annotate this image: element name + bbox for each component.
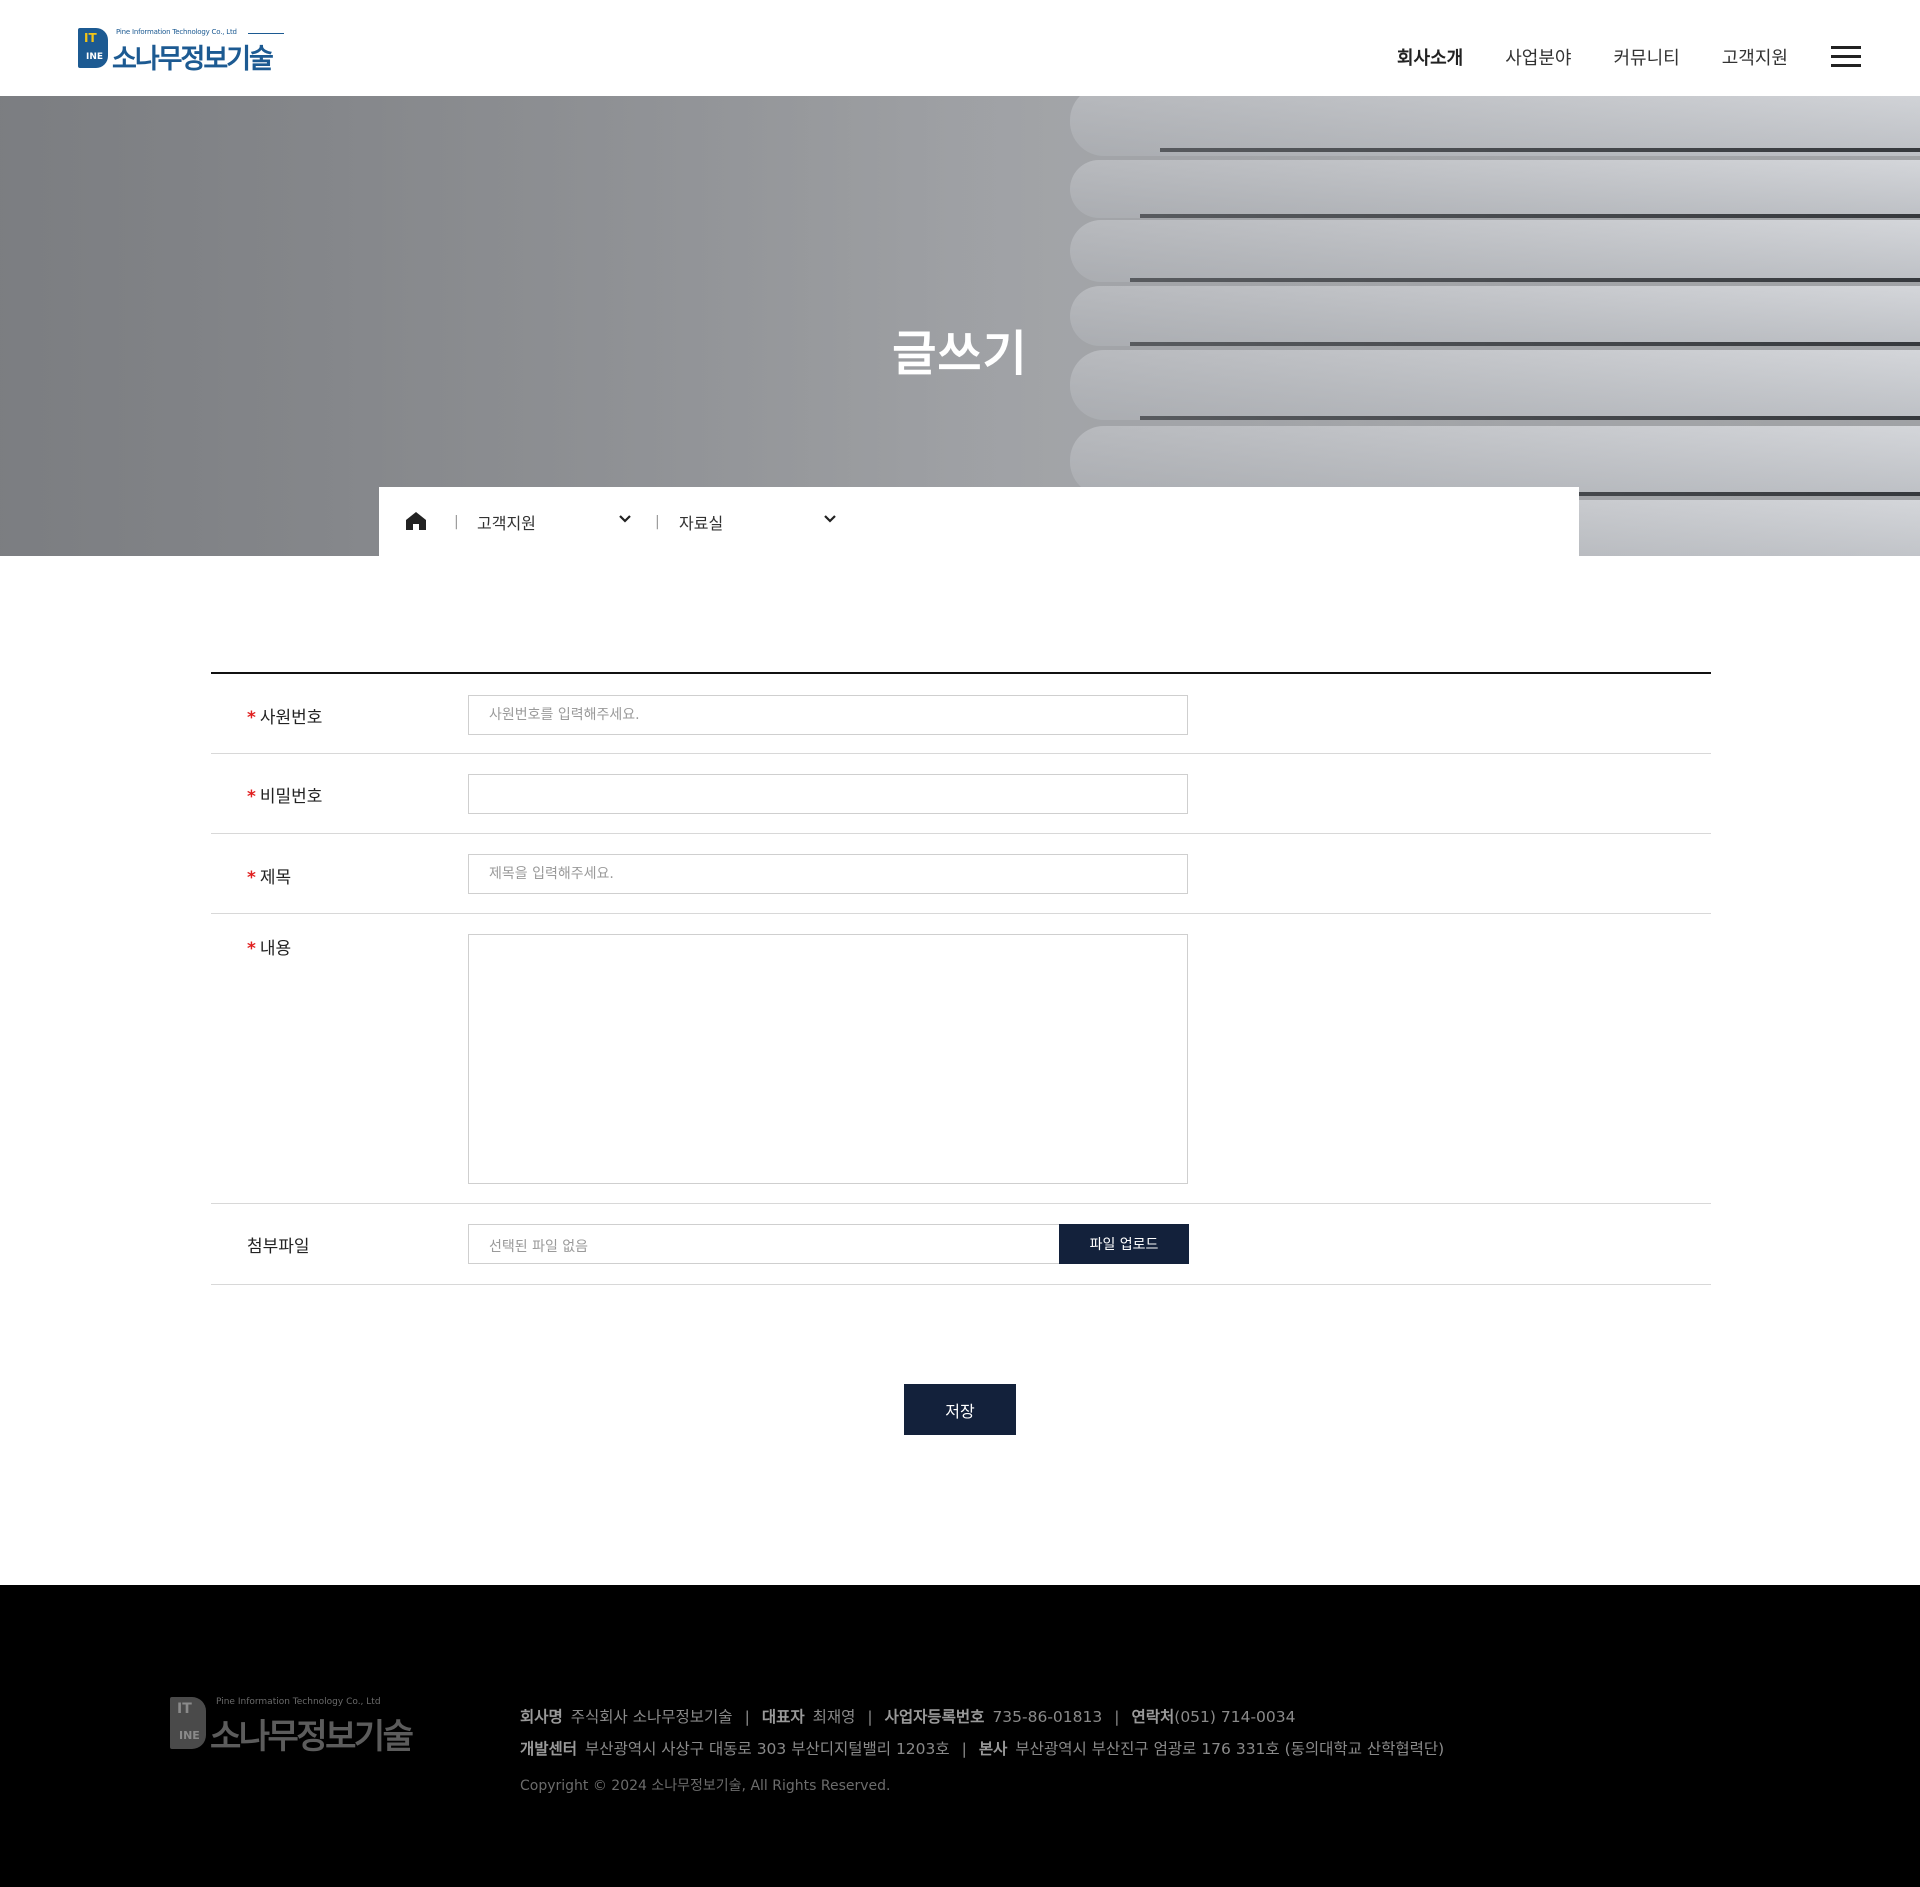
password-input[interactable]	[468, 774, 1188, 814]
form-row-title: * 제목	[211, 834, 1711, 914]
file-upload-button[interactable]: 파일 업로드	[1059, 1224, 1189, 1264]
content-label: * 내용	[247, 939, 292, 959]
breadcrumb-level1-select[interactable]: 고객지원	[477, 510, 536, 534]
footer-logo-name: 소나무정보기술	[210, 1717, 414, 1757]
breadcrumb-separator: |	[655, 514, 660, 530]
password-label: * 비밀번호	[247, 787, 323, 807]
form-row-content: * 내용	[211, 914, 1711, 1204]
footer-info-line1: 회사명 주식회사 소나무정보기술 | 대표자 최재영 | 사업자등록번호 735-86-018…	[520, 1708, 1296, 1726]
site-header: IT INE Pine Information Technology Co., …	[0, 0, 1920, 96]
chevron-down-icon[interactable]	[822, 511, 838, 527]
employee-no-label: * 사원번호	[247, 708, 323, 728]
content-textarea[interactable]	[468, 934, 1188, 1184]
nav-item-community[interactable]: 커뮤니티	[1614, 44, 1680, 70]
form-row-password: * 비밀번호	[211, 754, 1711, 834]
footer-info-line2: 개발센터 부산광역시 사상구 대동로 303 부산디지털밸리 1203호 | 본사 부산…	[520, 1740, 1445, 1758]
logo-name: 소나무정보기술	[112, 44, 274, 75]
copyright: Copyright © 2024 소나무정보기술, All Rights Res…	[520, 1778, 891, 1794]
employee-no-input[interactable]	[468, 695, 1188, 735]
menu-icon[interactable]	[1831, 46, 1861, 68]
form-row-employee-no: * 사원번호	[211, 674, 1711, 754]
save-button[interactable]: 저장	[904, 1384, 1016, 1435]
logo-mark-icon: IT INE	[170, 1697, 206, 1749]
attachment-label: 첨부파일	[247, 1237, 310, 1257]
footer-logo: IT INE Pine Information Technology Co., …	[170, 1697, 422, 1757]
site-footer: IT INE Pine Information Technology Co., …	[0, 1585, 1920, 1887]
title-label: * 제목	[247, 868, 292, 888]
footer-company-info: 회사명 주식회사 소나무정보기술 | 대표자 최재영 | 사업자등록번호 735-86-018…	[520, 1701, 1444, 1765]
breadcrumb-separator: |	[454, 514, 459, 530]
write-form: *사원번호 *비밀번호 *제목 *내용 첨부파일 선택된 파일 없음 파일 업로…	[211, 672, 1711, 1285]
site-logo[interactable]: IT INE Pine Information Technology Co., …	[78, 28, 284, 75]
footer-logo-tagline: Pine Information Technology Co., Ltd	[216, 1697, 381, 1707]
home-icon[interactable]	[405, 511, 427, 531]
main-nav: 회사소개 사업분야 커뮤니티 고객지원	[1397, 44, 1788, 70]
form-row-attachment: 첨부파일 선택된 파일 없음 파일 업로드	[211, 1204, 1711, 1285]
file-name-display: 선택된 파일 없음	[468, 1224, 1060, 1264]
logo-tagline: Pine Information Technology Co., Ltd	[116, 28, 237, 36]
breadcrumb-level2-select[interactable]: 자료실	[679, 510, 723, 534]
page-title: 글쓰기	[892, 326, 1028, 382]
breadcrumb: | 고객지원 | 자료실	[379, 487, 1579, 556]
nav-item-support[interactable]: 고객지원	[1722, 44, 1788, 70]
title-input[interactable]	[468, 854, 1188, 894]
nav-item-company[interactable]: 회사소개	[1397, 44, 1463, 70]
logo-mark-icon: IT INE	[78, 28, 108, 68]
nav-item-business[interactable]: 사업분야	[1505, 44, 1571, 70]
chevron-down-icon[interactable]	[617, 511, 633, 527]
